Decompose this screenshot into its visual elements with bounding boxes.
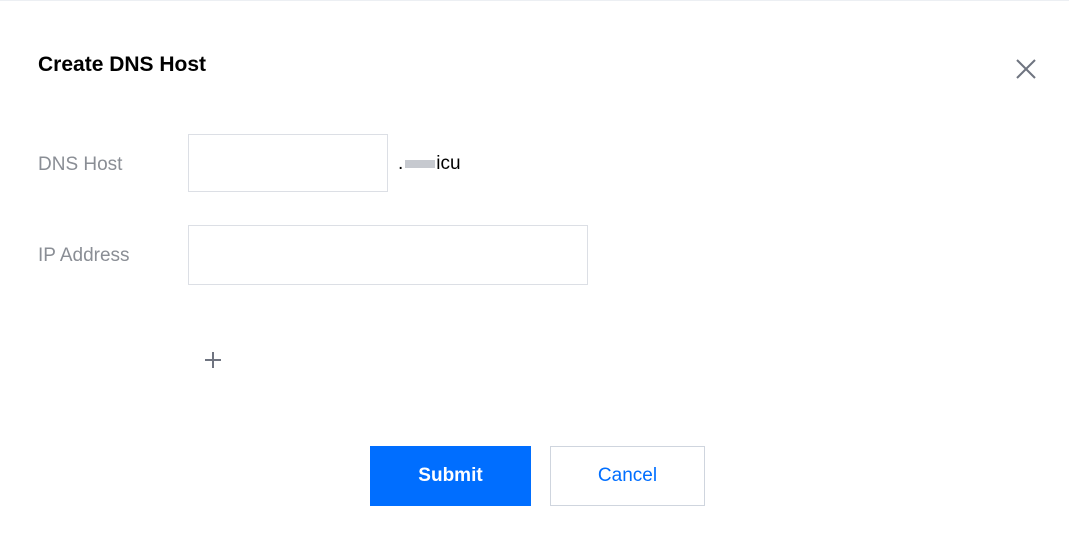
cancel-button[interactable]: Cancel: [550, 446, 705, 506]
dns-host-input[interactable]: [188, 134, 388, 192]
dialog-title: Create DNS Host: [38, 53, 207, 76]
domain-suffix-dot: .: [398, 153, 404, 174]
domain-suffix: . icu: [398, 152, 461, 176]
ip-address-input[interactable]: [188, 225, 588, 285]
redacted-domain-mask: [405, 160, 436, 168]
close-icon: [1012, 55, 1040, 83]
dns-host-label: DNS Host: [38, 154, 123, 175]
close-button[interactable]: [1012, 55, 1040, 83]
submit-button[interactable]: Submit: [370, 446, 531, 506]
ip-address-label: IP Address: [38, 245, 130, 266]
add-entry-button[interactable]: [200, 347, 226, 373]
domain-suffix-tld: icu: [436, 153, 461, 174]
create-dns-host-dialog: Create DNS Host DNS Host . icu IP Addres…: [0, 0, 1069, 539]
plus-icon: [200, 347, 226, 373]
